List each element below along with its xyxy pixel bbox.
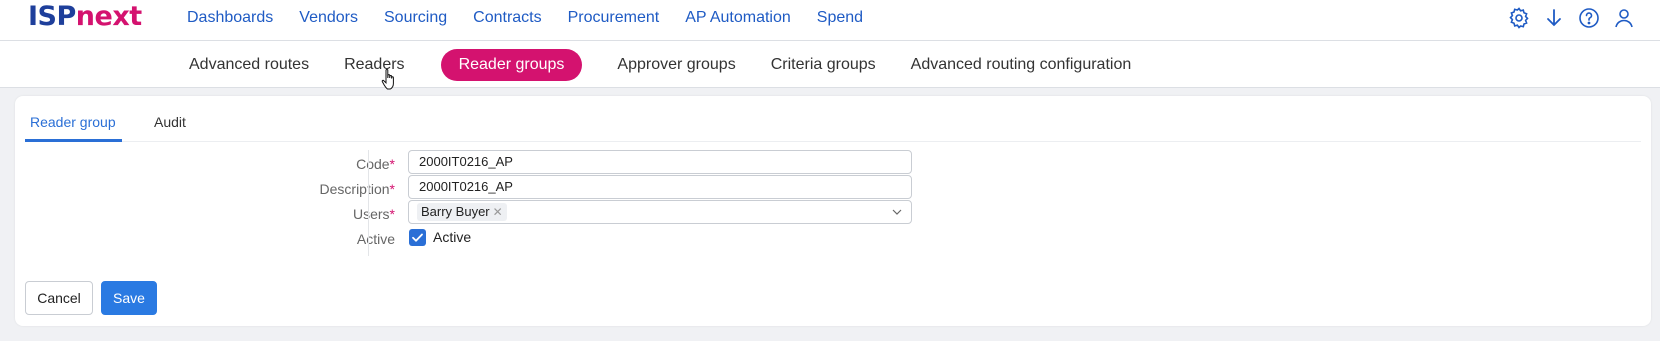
active-checkbox-label[interactable]: Active [433,229,471,245]
subnav-advanced-routing-configuration[interactable]: Advanced routing configuration [894,49,1149,81]
hand-cursor-icon [381,68,394,90]
nav-contracts[interactable]: Contracts [473,9,541,27]
top-navbar: ISPnext Dashboards Vendors Sourcing Cont… [0,0,1660,41]
help-icon[interactable] [1577,6,1601,30]
nav-vendors[interactable]: Vendors [299,9,358,27]
code-label-wrap: Code* [165,152,395,176]
user-chip-label: Barry Buyer [421,204,490,219]
description-label-wrap: Description* [165,177,395,201]
ispnext-logo[interactable]: ISPnext [28,2,142,32]
download-icon[interactable] [1542,6,1566,30]
code-input[interactable]: 2000IT0216_AP [408,150,912,174]
active-label: Active [356,231,395,247]
cancel-button[interactable]: Cancel [25,281,93,315]
description-input[interactable]: 2000IT0216_AP [408,175,912,199]
tab-reader-group[interactable]: Reader group [30,114,116,130]
tab-bar: Reader group Audit [25,96,1641,142]
nav-procurement[interactable]: Procurement [568,9,660,27]
nav-dashboards[interactable]: Dashboards [187,9,273,27]
description-label: Description* [319,181,395,197]
tab-audit[interactable]: Audit [154,114,186,130]
checkmark-icon [412,233,423,242]
logo-part-next: next [75,1,142,32]
users-multiselect[interactable]: Barry Buyer ✕ [408,200,912,224]
subnav-readers[interactable]: Readers [327,49,421,81]
user-chip: Barry Buyer ✕ [417,203,507,221]
top-icons [1507,6,1636,30]
code-label: Code* [356,156,395,172]
nav-sourcing[interactable]: Sourcing [384,9,447,27]
gear-icon[interactable] [1507,6,1531,30]
subnav-approver-groups[interactable]: Approver groups [600,49,752,81]
main-nav: Dashboards Vendors Sourcing Contracts Pr… [187,0,889,36]
nav-spend[interactable]: Spend [817,9,863,27]
subnav-advanced-routes[interactable]: Advanced routes [189,49,326,81]
subnav-reader-groups[interactable]: Reader groups [440,49,583,81]
active-checkbox[interactable] [409,229,426,246]
logo-part-isp: ISP [28,1,76,32]
user-icon[interactable] [1612,6,1636,30]
form-divider [368,150,369,256]
save-button[interactable]: Save [101,281,157,315]
sub-nav: Advanced routes Readers Reader groups Ap… [189,49,1149,81]
chevron-down-icon[interactable] [891,201,903,223]
nav-ap-automation[interactable]: AP Automation [685,9,791,27]
sub-navbar: Advanced routes Readers Reader groups Ap… [0,41,1660,88]
subnav-criteria-groups[interactable]: Criteria groups [754,49,893,81]
chip-remove-icon[interactable]: ✕ [493,205,503,219]
active-tab-indicator [25,139,122,142]
users-label: Users* [352,206,395,222]
reader-group-card: Reader group Audit Code* 2000IT0216_AP D… [15,96,1651,326]
active-label-wrap: Active [165,227,395,251]
users-label-wrap: Users* [165,202,395,226]
